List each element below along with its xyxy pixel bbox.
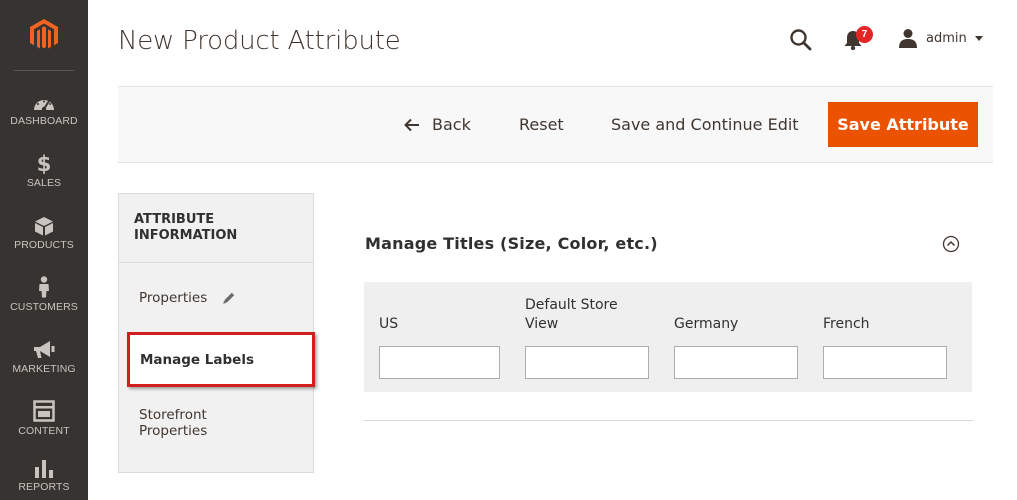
- nav-label: PRODUCTS: [14, 239, 74, 251]
- tab-properties[interactable]: Properties: [119, 290, 313, 306]
- nav-item-dashboard[interactable]: DASHBOARD: [0, 86, 88, 148]
- bar-chart-icon: [34, 452, 54, 478]
- person-icon: [37, 272, 51, 298]
- layout-icon: [33, 396, 55, 422]
- title-input-default-store-view[interactable]: [525, 346, 649, 379]
- arrow-left-icon: [404, 118, 420, 132]
- tab-label: Properties: [139, 290, 208, 306]
- title-input-french[interactable]: [823, 346, 947, 379]
- nav-item-sales[interactable]: $ SALES: [0, 148, 88, 210]
- search-icon[interactable]: [789, 28, 813, 52]
- column-header: Default Store View: [525, 297, 618, 332]
- svg-text:$: $: [37, 152, 51, 174]
- logo-divider: [14, 70, 74, 71]
- nav-item-reports[interactable]: REPORTS: [0, 452, 88, 500]
- tabs-heading: ATTRIBUTE INFORMATION: [134, 212, 238, 243]
- pencil-icon: [222, 291, 236, 305]
- dollar-icon: $: [37, 148, 51, 174]
- save-and-continue-button[interactable]: Save and Continue Edit: [611, 87, 799, 162]
- nav-label: MARKETING: [12, 363, 76, 375]
- admin-sidebar: DASHBOARD $ SALES PRODUCTS CUSTOMERS MAR…: [0, 0, 88, 500]
- nav-label: CUSTOMERS: [10, 301, 78, 313]
- page-title: New Product Attribute: [118, 26, 401, 56]
- magento-logo-icon[interactable]: [0, 0, 88, 70]
- section-divider: [364, 420, 973, 421]
- tab-manage-labels[interactable]: Manage Labels: [127, 332, 315, 387]
- back-button-label: Back: [432, 115, 471, 134]
- dashboard-icon: [32, 86, 56, 112]
- nav-item-customers[interactable]: CUSTOMERS: [0, 272, 88, 334]
- column-header: French: [823, 316, 870, 332]
- megaphone-icon: [32, 334, 56, 360]
- attribute-tabs: ATTRIBUTE INFORMATION Properties Manage …: [118, 193, 315, 473]
- nav-label: SALES: [26, 177, 62, 189]
- nav-item-content[interactable]: CONTENT: [0, 396, 88, 458]
- tab-storefront-properties[interactable]: Storefront Properties: [119, 407, 269, 439]
- nav-label: REPORTS: [18, 481, 70, 493]
- user-name: admin: [926, 30, 967, 46]
- user-icon: [899, 29, 917, 48]
- nav-item-products[interactable]: PRODUCTS: [0, 210, 88, 272]
- title-input-us[interactable]: [379, 346, 500, 379]
- cube-icon: [34, 210, 54, 236]
- nav-item-marketing[interactable]: MARKETING: [0, 334, 88, 396]
- user-menu[interactable]: admin: [898, 27, 983, 49]
- section-title: Manage Titles (Size, Color, etc.): [365, 234, 658, 253]
- column-header: US: [379, 316, 399, 332]
- nav-label: DASHBOARD: [10, 115, 78, 127]
- page-actions-bar: Back Reset Save and Continue Edit Save A…: [118, 86, 993, 163]
- collapse-toggle-icon[interactable]: [942, 235, 960, 253]
- tabs-divider: [119, 262, 313, 263]
- title-input-germany[interactable]: [674, 346, 798, 379]
- column-header: Germany: [674, 316, 739, 332]
- save-attribute-button[interactable]: Save Attribute: [828, 102, 978, 147]
- reset-button[interactable]: Reset: [519, 87, 564, 162]
- notification-count-badge[interactable]: 7: [856, 26, 873, 43]
- nav-label: CONTENT: [18, 425, 70, 437]
- chevron-down-icon: [974, 35, 983, 41]
- manage-titles-table: US Default Store View Germany French: [364, 282, 972, 392]
- back-button[interactable]: Back: [404, 87, 471, 162]
